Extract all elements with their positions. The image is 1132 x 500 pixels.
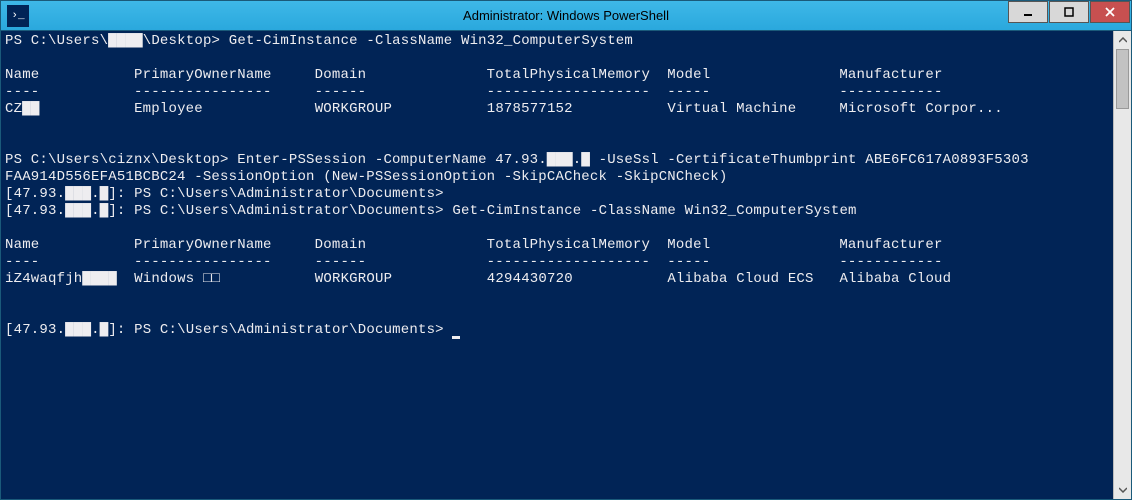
maximize-icon xyxy=(1064,7,1074,17)
table-separator: ---- ---------------- ------ -----------… xyxy=(5,84,943,100)
ps-line: FAA914D556EFA51BCBC24 -SessionOption (Ne… xyxy=(5,169,728,185)
minimize-icon xyxy=(1023,7,1033,17)
minimize-button[interactable] xyxy=(1008,1,1048,23)
titlebar[interactable]: ›_ Administrator: Windows PowerShell xyxy=(1,1,1131,31)
powershell-icon: ›_ xyxy=(7,5,29,27)
ps-line: [47.93.▇▇▇.▇]: PS C:\Users\Administrator… xyxy=(5,203,857,219)
close-button[interactable] xyxy=(1090,1,1130,23)
table-row: iZ4waqfjh▇▇▇▇ Windows □□ WORKGROUP 42944… xyxy=(5,271,951,287)
cursor-icon xyxy=(452,325,460,339)
powershell-window: ›_ Administrator: Windows PowerShell PS … xyxy=(0,0,1132,500)
content-area: PS C:\Users\▇▇▇▇\Desktop> Get-CimInstanc… xyxy=(1,31,1131,499)
scroll-thumb[interactable] xyxy=(1116,49,1129,109)
vertical-scrollbar[interactable] xyxy=(1113,31,1131,499)
maximize-button[interactable] xyxy=(1049,1,1089,23)
scroll-down-button[interactable] xyxy=(1114,481,1131,499)
scroll-up-button[interactable] xyxy=(1114,31,1131,49)
ps-prompt: [47.93.▇▇▇.▇]: PS C:\Users\Administrator… xyxy=(5,186,444,202)
chevron-down-icon xyxy=(1119,487,1127,493)
window-title: Administrator: Windows PowerShell xyxy=(463,8,669,23)
chevron-up-icon xyxy=(1119,37,1127,43)
ps-line: PS C:\Users\ciznx\Desktop> Enter-PSSessi… xyxy=(5,152,1029,168)
ps-prompt-active: [47.93.▇▇▇.▇]: PS C:\Users\Administrator… xyxy=(5,322,452,338)
ps-line: PS C:\Users\▇▇▇▇\Desktop> Get-CimInstanc… xyxy=(5,33,633,49)
table-header: Name PrimaryOwnerName Domain TotalPhysic… xyxy=(5,237,943,253)
table-row: CZ▇▇ Employee WORKGROUP 1878577152 Virtu… xyxy=(5,101,1003,117)
table-separator: ---- ---------------- ------ -----------… xyxy=(5,254,943,270)
window-controls xyxy=(1008,1,1131,30)
scroll-track[interactable] xyxy=(1114,49,1131,481)
close-icon xyxy=(1105,7,1115,17)
table-header: Name PrimaryOwnerName Domain TotalPhysic… xyxy=(5,67,943,83)
terminal-output[interactable]: PS C:\Users\▇▇▇▇\Desktop> Get-CimInstanc… xyxy=(1,31,1113,499)
